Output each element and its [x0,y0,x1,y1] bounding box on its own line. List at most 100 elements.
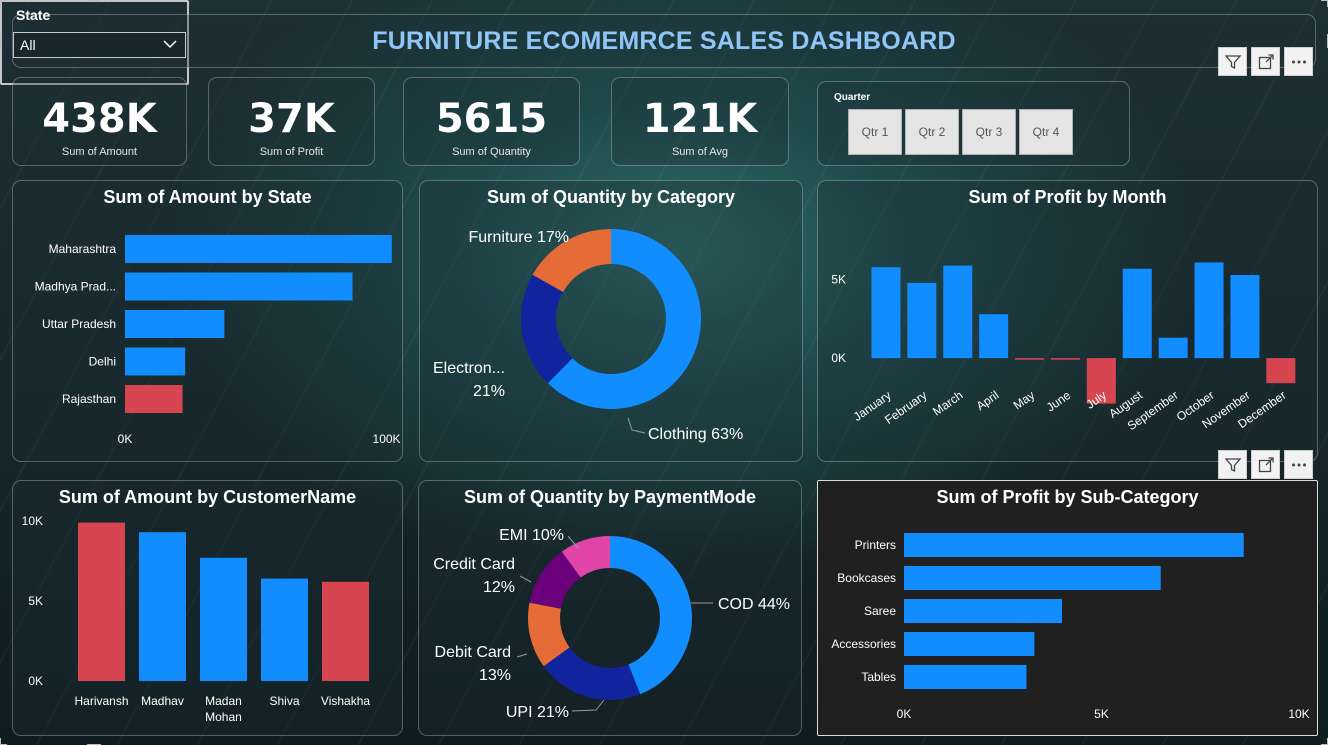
axis-tick-label: 100K [373,432,401,446]
chart-title: Sum of Quantity by PaymentMode [463,487,757,507]
chart-quantity-by-category-svg: Clothing 63% Electron... 21% Furniture 17% [433,229,743,443]
category-label: Madan [205,694,242,708]
axis-tick-label: 5K [831,273,846,287]
bar [1194,262,1224,359]
quarter-slicer-title: Quarter [834,92,871,103]
state-slicer-title: State [16,7,51,23]
category-label: Rajasthan [62,392,116,406]
kpi-label: Sum of Profit [259,146,324,158]
bar [200,557,247,681]
quarter-button-qtr3[interactable]: Qtr 3 [962,109,1016,155]
bar [1122,268,1152,359]
bar [904,665,1027,689]
axis-tick-label: 5K [28,594,43,608]
category-label: Harivansh [74,694,128,708]
resize-handle[interactable] [0,0,1,7]
resize-handle[interactable] [0,738,1,745]
resize-handle[interactable] [87,0,101,1]
kpi-label: Sum of Avg [671,146,729,158]
bar [943,265,973,359]
bar [125,385,183,413]
kpi-value: 37K [248,96,335,142]
chart-profit-by-month-svg: JanuaryFebruary March April May June JulyAugu… [831,262,1296,433]
axis-tick-label: 0K [28,674,43,688]
category-label: Shiva [269,694,299,708]
category-label: Madhya Prad... [35,280,116,294]
kpi-card-quantity[interactable]: 5615 Sum of Quantity [403,77,580,166]
state-dropdown[interactable]: All [13,32,186,58]
chart-profit-by-month[interactable]: Sum of Profit by Month January February Ma… [817,180,1318,462]
bar [907,282,937,359]
bar [904,632,1035,656]
chart-amount-by-state-svg: Maharashtra Madhya Prad... Uttar Pradesh De… [35,235,401,446]
kpi-card-profit[interactable]: 37K Sum of Profit [208,77,375,166]
focus-mode-icon[interactable] [1251,47,1280,76]
bar [1158,337,1188,359]
quarter-button-qtr1[interactable]: Qtr 1 [848,109,902,155]
chevron-down-icon [162,36,178,55]
bar [904,566,1161,590]
category-label: Mohan [205,710,242,724]
slice-label: COD 44% [718,596,790,613]
bar [1230,275,1260,359]
kpi-label: Sum of Quantity [452,146,531,158]
axis-tick-label: 0K [118,432,133,446]
chart-profit-by-subcategory-svg: Printers Bookcases Saree Accessories Tables 0… [831,533,1310,721]
visual-header-state [1218,47,1313,76]
kpi-card-amount[interactable]: 438K Sum of Amount [12,77,187,166]
axis-tick-label: 10K [1288,707,1309,721]
visual-header-subcategory [1218,450,1313,479]
chart-title: Sum of Amount by CustomerName [58,487,357,507]
category-label: Vishakha [321,694,370,708]
quarter-button-qtr2[interactable]: Qtr 2 [905,109,959,155]
quarter-button-qtr4[interactable]: Qtr 4 [1019,109,1073,155]
filter-icon[interactable] [1218,47,1247,76]
bar [261,578,308,681]
more-options-icon[interactable] [1284,47,1313,76]
chart-amount-by-state[interactable]: Sum of Amount by State Maharashtra Madhya… [12,180,403,462]
slice-label: Electron... [433,360,505,377]
slice-label: 21% [473,383,505,400]
more-options-icon[interactable] [1284,450,1313,479]
leader-line [516,653,528,658]
axis-tick-label: 0K [831,351,846,365]
kpi-card-avg[interactable]: 121K Sum of Avg [611,77,789,166]
chart-title: Sum of Profit by Sub-Category [936,487,1199,507]
chart-amount-by-customer[interactable]: Sum of Amount by CustomerName Harivansh M… [12,480,403,736]
slice-label: Debit Card [435,644,511,661]
resize-handle[interactable] [0,34,1,48]
bar [125,347,186,376]
category-label: April [974,388,1002,413]
kpi-value: 121K [642,96,758,142]
category-label: Bookcases [837,571,896,585]
leader-line [519,575,532,583]
chart-title: Sum of Profit by Month [968,187,1167,207]
slice-label: Clothing 63% [648,426,743,443]
category-label: Tables [861,670,896,684]
axis-tick-label: 10K [22,514,43,528]
bar [125,310,225,338]
category-label: Maharashtra [49,242,117,256]
resize-handle[interactable] [0,0,7,1]
slice-label: EMI 10% [499,527,564,544]
bar [904,599,1062,623]
bar [139,532,186,681]
bar [904,533,1244,557]
category-label: June [1044,388,1074,415]
axis-tick-label: 0K [897,707,912,721]
slice-label: Credit Card [433,556,515,573]
chart-quantity-by-category[interactable]: Sum of Quantity by Category Clothing 63%… [419,180,803,462]
bar [125,272,353,301]
state-slicer: State All [0,0,1328,745]
filter-icon[interactable] [1218,450,1247,479]
slice-label: 13% [479,667,511,684]
chart-profit-by-subcategory[interactable]: Sum of Profit by Sub-Category Printers Bo… [817,480,1318,736]
slice-label: UPI 21% [506,704,569,721]
focus-mode-icon[interactable] [1251,450,1280,479]
bar [1266,358,1296,384]
category-label: Printers [855,538,896,552]
chart-quantity-by-paymentmode[interactable]: Sum of Quantity by PaymentMode COD 44% UP… [418,480,802,736]
leader-line [571,699,605,712]
chart-title: Sum of Quantity by Category [486,187,736,207]
chart-title: Sum of Amount by State [103,187,312,207]
